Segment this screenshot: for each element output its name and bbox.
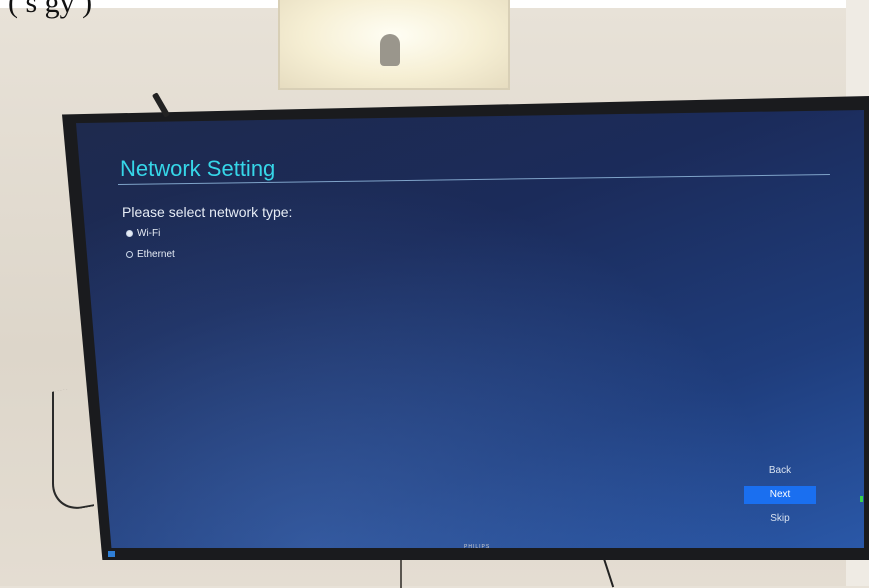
skip-button[interactable]: Skip bbox=[744, 510, 816, 528]
page-title: Network Setting bbox=[120, 156, 276, 181]
next-button[interactable]: Next bbox=[744, 486, 816, 504]
back-button[interactable]: Back bbox=[744, 462, 816, 480]
network-type-prompt: Please select network type: bbox=[122, 204, 293, 220]
lamp-mount bbox=[380, 34, 400, 66]
option-ethernet[interactable]: Ethernet bbox=[126, 249, 175, 260]
radio-selected-icon bbox=[126, 230, 133, 237]
option-wifi[interactable]: Wi-Fi bbox=[126, 228, 160, 239]
option-ethernet-label: Ethernet bbox=[137, 249, 175, 260]
cropped-caption-text: ( s gy ) bbox=[8, 0, 93, 19]
tv-brand-logo: PHILIPS bbox=[464, 544, 491, 550]
cable-left bbox=[52, 384, 94, 514]
option-wifi-label: Wi-Fi bbox=[137, 228, 161, 239]
radio-unselected-icon bbox=[126, 251, 133, 258]
tv-status-icon bbox=[108, 551, 115, 557]
power-led-icon bbox=[860, 496, 863, 502]
